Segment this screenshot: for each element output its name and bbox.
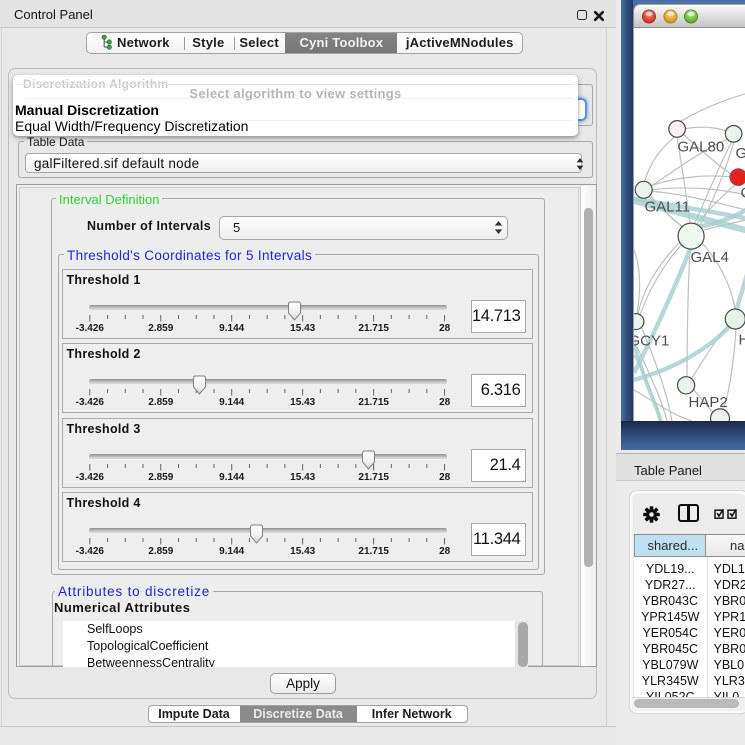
svg-text:HAP2: HAP2 [688, 394, 727, 411]
svg-text:GAL11: GAL11 [644, 199, 690, 216]
svg-text:GAL4: GAL4 [690, 249, 728, 266]
svg-text:GAL80: GAL80 [677, 139, 724, 156]
svg-text:GCY1: GCY1 [634, 333, 669, 350]
svg-text:H: H [738, 332, 745, 349]
svg-text:GA: GA [735, 145, 745, 162]
svg-text:C: C [740, 185, 745, 202]
